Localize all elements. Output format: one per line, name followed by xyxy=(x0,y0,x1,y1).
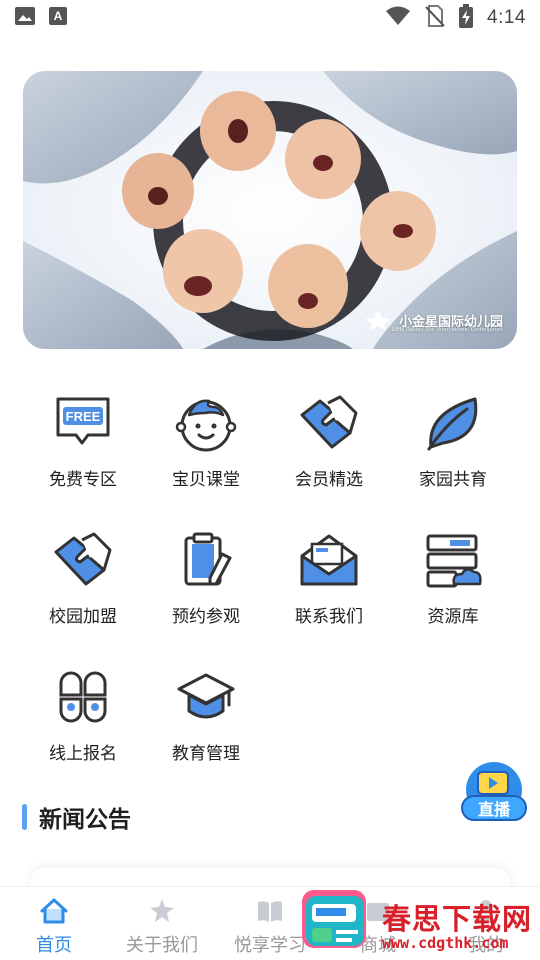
book-icon xyxy=(255,897,285,925)
svg-text:直播: 直播 xyxy=(478,800,511,819)
menu-item-free-zone[interactable]: FREE 免费专区 xyxy=(18,385,148,505)
graduation-cap-icon xyxy=(174,665,238,729)
menu-item-contact-us[interactable]: 联系我们 xyxy=(264,522,394,642)
news-title: 新闻公告 xyxy=(39,807,131,833)
clock-time: 4:14 xyxy=(487,7,526,28)
banner-caption: 小金星国际幼儿园 Little Golden Star Internationa… xyxy=(363,309,503,333)
menu-item-label: 联系我们 xyxy=(295,607,363,627)
svg-text:FREE: FREE xyxy=(66,409,101,424)
menu-item-label: 资源库 xyxy=(427,607,479,627)
watermark-title: 春思下载网 xyxy=(382,902,533,936)
baby-face-icon xyxy=(174,391,238,455)
menu-item-campus-join[interactable]: 校园加盟 xyxy=(18,522,148,642)
menu-item-label: 家园共育 xyxy=(419,470,487,490)
menu-item-label: 免费专区 xyxy=(49,470,117,490)
menu-item-resource-library[interactable]: 资源库 xyxy=(388,522,518,642)
tab-about-us[interactable]: 关于我们 xyxy=(108,887,216,960)
live-stream-button[interactable]: 直播 xyxy=(458,760,530,828)
menu-item-label: 教育管理 xyxy=(172,744,240,764)
server-cloud-icon xyxy=(421,528,485,592)
menu-item-label: 线上报名 xyxy=(49,744,117,764)
tab-home[interactable]: 首页 xyxy=(0,887,108,960)
menu-item-label: 预约参观 xyxy=(172,607,240,627)
menu-item-label: 会员精选 xyxy=(295,470,363,490)
watermark-url: www.cdgthk.com xyxy=(382,934,509,952)
four-petal-icon xyxy=(51,665,115,729)
home-icon xyxy=(39,897,69,925)
free-tag-icon: FREE xyxy=(51,391,115,455)
handshake-icon xyxy=(297,391,361,455)
menu-item-member-picks[interactable]: 会员精选 xyxy=(264,385,394,505)
wifi-icon xyxy=(385,6,411,30)
menu-item-online-signup[interactable]: 线上报名 xyxy=(18,659,148,779)
menu-item-baby-class[interactable]: 宝贝课堂 xyxy=(141,385,271,505)
battery-charging-icon xyxy=(459,4,474,32)
menu-item-home-school[interactable]: 家园共育 xyxy=(388,385,518,505)
menu-item-edu-management[interactable]: 教育管理 xyxy=(141,659,271,779)
svg-text:A: A xyxy=(54,9,63,23)
news-section-header: 新闻公告 xyxy=(22,800,131,834)
menu-item-book-visit[interactable]: 预约参观 xyxy=(141,522,271,642)
star-person-icon xyxy=(147,897,177,925)
clipboard-pen-icon xyxy=(174,528,238,592)
watermark-logo-icon xyxy=(302,890,366,948)
section-accent-bar xyxy=(22,804,27,830)
image-icon xyxy=(14,6,36,30)
watermark: 春思下载网 www.cdgthk.com xyxy=(296,888,540,960)
handshake-icon xyxy=(51,528,115,592)
menu-item-label: 校园加盟 xyxy=(49,607,117,627)
hero-banner[interactable]: 小金星国际幼儿园 Little Golden Star Internationa… xyxy=(23,71,517,349)
school-logo-icon xyxy=(363,309,393,331)
leaf-icon xyxy=(421,391,485,455)
no-sim-icon xyxy=(425,5,445,31)
menu-item-label: 宝贝课堂 xyxy=(172,470,240,490)
status-bar: A 4:14 xyxy=(0,0,540,36)
banner-photo xyxy=(23,71,517,349)
banner-caption-sub: Little Golden Star International Kinderg… xyxy=(391,327,503,333)
envelope-icon xyxy=(297,528,361,592)
font-icon: A xyxy=(48,6,68,30)
